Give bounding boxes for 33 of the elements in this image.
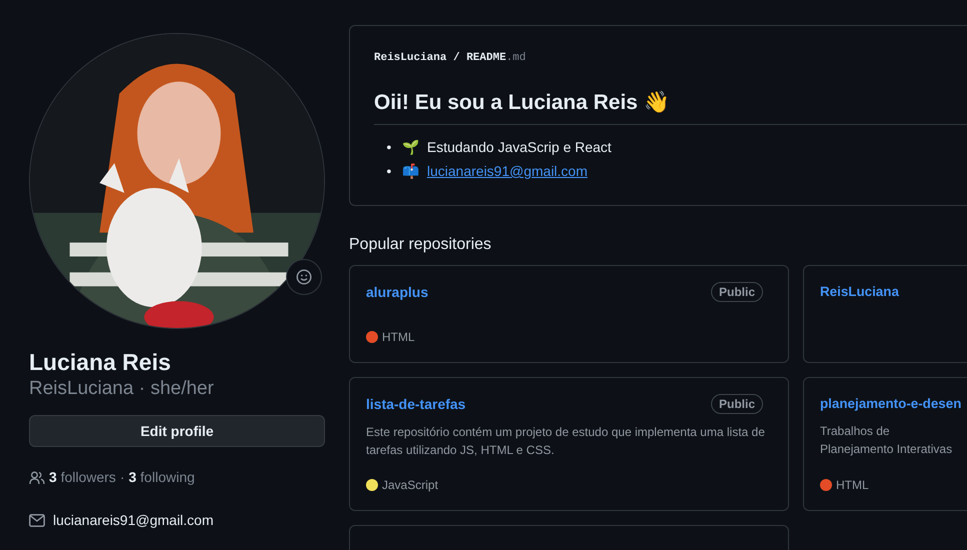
repo-link[interactable]: aluraplus (366, 282, 428, 303)
email-link[interactable]: lucianareis91@gmail.com (53, 510, 214, 532)
emoji-text: 📫 (402, 162, 419, 181)
language-name: HTML (382, 329, 415, 346)
repo-description: Trabalhos de Planejamento Interativas (820, 423, 954, 458)
edit-profile-button[interactable]: Edit profile (29, 415, 325, 448)
repo-description: Este repositório contém um projeto de estudo que implementa uma lista de tarefas utilizando JS, HTML e CSS. (366, 424, 766, 459)
mail-icon (29, 514, 45, 528)
readme-file-name: README.md (466, 52, 526, 64)
language-name: HTML (836, 477, 869, 494)
repo-owner-link[interactable]: ReisLuciana (374, 52, 447, 64)
followers-link[interactable]: 3 followers (49, 467, 116, 488)
visibility-label: Public (710, 394, 763, 414)
repo-link[interactable]: planejamento-e-desen (820, 394, 962, 414)
visibility-label: Public (710, 282, 763, 302)
repo-link[interactable]: ReisLuciana (820, 282, 899, 302)
smiley-icon (296, 269, 312, 285)
bullet-text: • (386, 138, 392, 157)
readme-heading: Oii! Eu sou a Luciana Reis 👋 (374, 86, 967, 125)
section-title: Popular repositories (349, 235, 492, 255)
following-link[interactable]: 3 following (128, 467, 195, 488)
repo-link[interactable]: lista-de-tarefas (366, 394, 466, 415)
email-link[interactable]: lucianareis91@gmail.com (427, 159, 588, 183)
bullet-text: • (386, 162, 392, 181)
people-icon (29, 470, 45, 486)
language-name: JavaScript (382, 477, 438, 494)
separator-text: · (120, 468, 125, 488)
set-status-button[interactable] (286, 259, 322, 295)
profile-name: Luciana Reis (29, 349, 172, 377)
path-separator: / (453, 52, 460, 64)
username: ReisLuciana · she/her (29, 376, 215, 401)
emoji-text: 🌱 (402, 138, 419, 157)
list-item-text: Estudando JavaScrip e React (427, 138, 612, 157)
